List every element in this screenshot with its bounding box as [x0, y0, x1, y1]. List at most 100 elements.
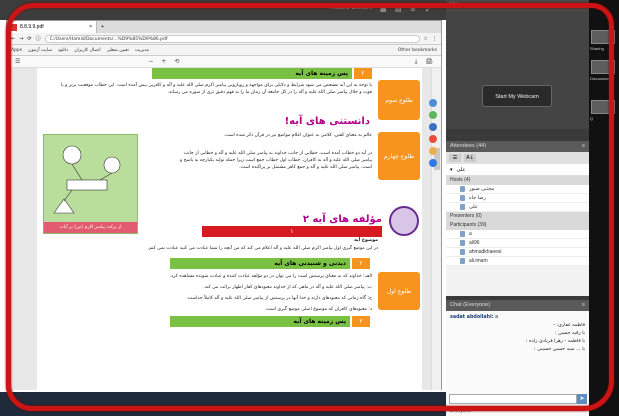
reload-icon[interactable]: ⟳ [27, 36, 31, 42]
address-bar: ← → ⟳ ⓘ C:/Users/Hamid/Documents/...%D9%… [7, 33, 441, 45]
chat-text: یا فاطمه - زهرا فریادی زاده : [526, 339, 585, 344]
bookmark-other[interactable]: Other bookmarks [398, 48, 437, 53]
subheading: موضوع آیه [354, 238, 378, 243]
section-title: پس زمینه های آیه [152, 68, 352, 79]
close-tab-icon[interactable]: × [89, 24, 92, 30]
app-icon-strip [426, 95, 440, 255]
info-icon[interactable]: ⓘ [36, 35, 41, 42]
participant-row[interactable]: ali.imam [446, 257, 589, 266]
chat-sender: sadat abdollahi: [450, 315, 494, 320]
my-status-row[interactable]: ▾ علی [446, 164, 589, 176]
user-icon [460, 249, 465, 255]
emblem-logo [389, 206, 419, 236]
layout-icon[interactable]: ▦ [380, 5, 387, 13]
status-dropdown-icon[interactable]: ▾ [450, 167, 453, 173]
layout-thumbnail[interactable] [591, 60, 615, 74]
attendees-toolbar: ☰ A↓ [446, 152, 589, 164]
url-field[interactable]: C:/Users/Hamid/Documents/...%D9%85%D9%86… [44, 34, 420, 43]
host-name: رضا جاه [469, 194, 486, 201]
participant-name: ali.imam [469, 257, 488, 264]
sort-icon[interactable]: A↓ [464, 154, 476, 162]
chat-text: یا رقیه حسین : [555, 331, 585, 336]
forward-icon[interactable]: → [19, 36, 23, 42]
user-icon [460, 231, 465, 237]
video-title: Video [450, 2, 464, 8]
pdf-toolbar: ☰ − + ⟲ ⤓ 🖨 [7, 56, 441, 68]
host-name: مجتبی صبور [469, 185, 495, 192]
zoom-out-button[interactable]: − [148, 58, 153, 65]
chat-input[interactable] [449, 394, 577, 404]
app-icon[interactable] [429, 99, 437, 107]
chat-pod: Chat (Everyone) ≡ sadat abdollahi: a فاط… [446, 300, 589, 416]
diagram-caption: از برکت پیامبر اکرم (ص) بر آیات [44, 222, 137, 233]
app-icon[interactable] [429, 123, 437, 131]
app-icon[interactable] [429, 147, 437, 155]
attendees-header: Attendees (44) ≡ [446, 141, 589, 152]
participant-name: ahmadkhaeesi [469, 248, 502, 255]
app-icon[interactable] [429, 135, 437, 143]
participants-header[interactable]: Participants (39) [446, 221, 589, 230]
chat-header: Chat (Everyone) ≡ [446, 300, 589, 311]
section-title: دیدنی و شنیدنی های آیه [170, 258, 350, 269]
pdf-icon [11, 23, 17, 31]
sidebar-toggle-icon[interactable]: ☰ [15, 58, 20, 65]
bookmark-item[interactable]: دانلود [58, 48, 68, 53]
paragraph: ب: پیامبر صلی الله علیه و آله در ماهی که… [203, 285, 372, 290]
bookmark-item[interactable]: سایت آزمون [28, 48, 52, 53]
paragraph: د: معبودهای کافران که موضوع اصلی موضع گی… [264, 307, 372, 312]
attendees-title: Attendees (44) [450, 143, 487, 149]
rotate-button[interactable]: ⟲ [174, 58, 179, 65]
send-button[interactable]: ➤ [577, 394, 587, 404]
bookmark-item[interactable]: اتصال کاربران [74, 48, 100, 53]
paragraph: در این موضع گیری اول پیامبر اکرم صلی الل… [147, 246, 378, 251]
fullscreen-icon[interactable]: ⤢ [426, 5, 432, 14]
print-button[interactable]: 🖨 [425, 58, 433, 65]
participant-row[interactable]: ali96 [446, 239, 589, 248]
host-row[interactable]: مجتبی صبور [446, 185, 589, 194]
start-webcam-button[interactable]: Start My Webcam [482, 85, 552, 107]
section-number: ۱ [202, 226, 382, 237]
tab-bar: 8.8.9.9.pdf × + [7, 21, 441, 33]
participant-row[interactable]: a [446, 230, 589, 239]
attendees-pod: Attendees (44) ≡ ☰ A↓ ▾ علی Hosts (4) مج… [446, 141, 589, 296]
layout-thumbnail[interactable] [591, 100, 615, 114]
app-icon[interactable] [429, 111, 437, 119]
pod-menu-icon[interactable]: ≡ [582, 300, 585, 311]
presenters-header[interactable]: Presenters (0) [446, 212, 589, 221]
menu-icon[interactable]: ≡ [410, 5, 416, 13]
download-button[interactable]: ⤓ [415, 58, 418, 66]
side-label: طلوع چهارم [378, 132, 420, 180]
chat-message: فاطمه غفاری: - [450, 322, 585, 330]
chat-target[interactable]: Everyone [450, 408, 471, 414]
bookmark-item[interactable]: تعیین شغلی [107, 48, 129, 53]
back-icon[interactable]: ← [11, 36, 15, 42]
list-view-icon[interactable]: ☰ [449, 154, 461, 162]
host-row[interactable]: علی [446, 203, 589, 212]
webinar-topbar: Record Content ▦ ▤ ≡ ⤢ [0, 0, 446, 20]
host-name: علی [469, 203, 478, 210]
pdf-viewer[interactable]: ۲ پس زمینه های آیه طلوع سوم با توجه به ا… [7, 68, 441, 390]
bookmarks-bar: Apps سایت آزمون دانلود اتصال کاربران تعی… [7, 45, 441, 56]
browser-window: 8.8.9.9.pdf × + ← → ⟳ ⓘ C:/Users/Hamid/D… [6, 20, 442, 390]
host-row[interactable]: رضا جاه [446, 194, 589, 203]
section-number: ۲ [354, 68, 372, 79]
zoom-in-button[interactable]: + [161, 58, 166, 65]
browser-menu-icon[interactable]: ⋮ [432, 36, 437, 42]
bookmark-item[interactable]: مدیریت [135, 48, 149, 53]
side-label: طلوع سوم [378, 80, 420, 120]
hosts-header[interactable]: Hosts (4) [446, 176, 589, 185]
section-heading: دانستنی های آیه! [284, 116, 370, 127]
star-icon[interactable]: ☆ [424, 36, 428, 42]
user-icon [460, 195, 465, 201]
pod-menu-icon[interactable]: ≡ [582, 141, 585, 152]
layout-thumbnail[interactable] [591, 30, 615, 44]
tab-pdf[interactable]: 8.8.9.9.pdf × [7, 21, 97, 33]
record-content-label[interactable]: Record Content [330, 5, 372, 11]
new-tab-icon[interactable]: + [97, 24, 108, 30]
pod-menu-icon[interactable]: ≡ [582, 0, 585, 11]
grid-icon[interactable]: ▤ [395, 5, 402, 13]
layouts-strip: Sharing Discussion Q [589, 0, 619, 416]
participant-row[interactable]: ahmadkhaeesi [446, 248, 589, 257]
app-icon[interactable] [429, 159, 437, 167]
bookmark-item[interactable]: Apps [11, 48, 22, 53]
